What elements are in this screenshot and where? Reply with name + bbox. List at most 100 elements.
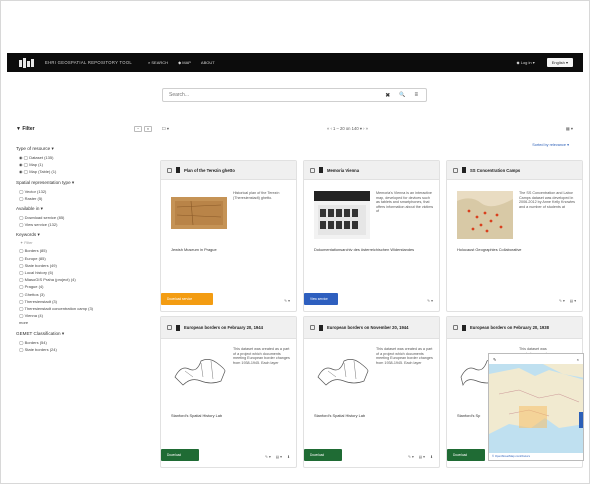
filter-title: ▼ Filter [16, 126, 35, 132]
filter-option[interactable]: ◯ Prague (4) [16, 283, 152, 290]
card-checkbox[interactable] [310, 325, 315, 330]
filter-option[interactable]: ◯ Theresienstadt concentration camp (3) [16, 305, 152, 312]
collapse-icon[interactable]: − [134, 126, 142, 132]
download-badge[interactable]: Download [447, 449, 485, 461]
card-description: Historical plan of the Terezín (Theresie… [233, 191, 280, 200]
layers-dropdown-icon[interactable]: ▤ ▾ [419, 455, 425, 459]
result-card[interactable]: SS Concentration Camps The SS Concentrat… [446, 160, 583, 312]
filter-option[interactable]: ◉ ◯ Dataset (135) [16, 154, 152, 161]
edit-dropdown-icon[interactable]: ✎ ▾ [265, 455, 271, 459]
more-link[interactable]: more [16, 319, 152, 326]
card-checkbox[interactable] [167, 167, 172, 173]
card-title[interactable]: Plan of the Terezin ghetto [184, 168, 235, 173]
download-service-badge[interactable]: Download service [161, 293, 213, 305]
card-description: Memoria's Vienna is an interactive map, … [376, 191, 434, 214]
type-of-resource-title[interactable]: Type of resource ▾ [16, 146, 152, 152]
brand-name[interactable]: EHRI GEOSPATIAL REPOSITORY TOOL [45, 60, 132, 65]
edit-dropdown-icon[interactable]: ✎ ▾ [284, 299, 290, 303]
layers-dropdown-icon[interactable]: ▤ ▾ [276, 455, 282, 459]
result-card[interactable]: European borders on November 20, 1944 Th… [303, 316, 440, 468]
map-preview-popup[interactable]: ✎ × © OpenStreetMap contributors [488, 353, 584, 461]
filter-option[interactable]: ◯ Theresienstadt (3) [16, 298, 152, 305]
filter-option[interactable]: ◯ Raster (5) [16, 195, 152, 202]
filter-sidebar: ▼ Filter − × Type of resource ▾ ◉ ◯ Data… [16, 126, 152, 353]
card-thumbnail[interactable] [171, 347, 227, 393]
edit-dropdown-icon[interactable]: ✎ ▾ [408, 455, 414, 459]
filter-option[interactable]: ◯ Vector (132) [16, 188, 152, 195]
download-badge[interactable]: Download [304, 449, 342, 461]
card-thumbnail[interactable] [171, 197, 227, 229]
card-title[interactable]: SS Concentration Camps [470, 168, 520, 173]
filter-option[interactable]: ◯ View service (132) [16, 221, 152, 228]
map-attribution[interactable]: © OpenStreetMap contributors [489, 453, 583, 460]
clear-icon[interactable]: ✖ [385, 92, 390, 99]
search-icon[interactable]: 🔍 [399, 92, 405, 99]
download-icon[interactable]: ⬇ [287, 455, 290, 459]
grid-view-icon[interactable]: ▦ ▾ [566, 126, 573, 131]
map-canvas[interactable] [489, 354, 584, 461]
layers-dropdown-icon[interactable]: ▤ ▾ [570, 299, 576, 303]
card-thumbnail[interactable] [457, 191, 513, 239]
select-all-checkbox[interactable]: ☐ ▾ [162, 126, 169, 131]
filter-option[interactable]: ◯ Borders (85) [16, 247, 152, 254]
card-owner[interactable]: Stanford's Spatial History Lab [171, 413, 291, 418]
card-owner[interactable]: Stanford's Spatial History Lab [314, 413, 434, 418]
filter-option[interactable]: ◉ ◯ Map (Table) (1) [16, 168, 152, 175]
card-checkbox[interactable] [453, 325, 458, 330]
filter-option[interactable]: ◯ Vienna (4) [16, 312, 152, 319]
card-title[interactable]: Memoria Vienna [327, 168, 359, 173]
card-owner[interactable]: Dokumentationsarchiv des österreichische… [314, 247, 434, 252]
card-actions: ✎ ▾ [284, 299, 290, 303]
download-icon[interactable]: ⬇ [430, 455, 433, 459]
card-checkbox[interactable] [453, 167, 458, 173]
card-checkbox[interactable] [167, 325, 172, 330]
card-title[interactable]: European borders on February 20, 1944 [184, 325, 263, 330]
close-icon[interactable]: × [577, 357, 579, 362]
nav-about-link[interactable]: ABOUT [201, 60, 215, 65]
filter-option[interactable]: ◉ ◯ Map (1) [16, 161, 152, 168]
card-actions: ✎ ▾ [427, 299, 433, 303]
nav-map-link[interactable]: ◆ MAP [178, 60, 191, 65]
language-dropdown[interactable]: English ▾ [546, 58, 573, 67]
filter-option[interactable]: ◯ Download service (85) [16, 214, 152, 221]
card-actions: ✎ ▾ ▤ ▾ ⬇ [265, 455, 290, 459]
card-owner[interactable]: Jewish Museum in Prague [171, 247, 291, 252]
keywords-title[interactable]: Keywords ▾ [16, 232, 152, 238]
available-in-title[interactable]: Available in ▾ [16, 206, 152, 212]
card-title[interactable]: European borders on February 20, 1938 [470, 325, 549, 330]
gemet-classification-title[interactable]: GEMET Classification ▾ [16, 331, 152, 337]
logo-icon[interactable] [19, 57, 39, 68]
view-service-badge[interactable]: View service [304, 293, 338, 305]
card-thumbnail[interactable] [314, 191, 370, 239]
sort-dropdown[interactable]: Sorted by relevance ▾ [532, 142, 569, 147]
pagination[interactable]: « ‹ 1 – 20 on 140 ▾ › » [327, 126, 368, 131]
result-card[interactable]: Plan of the Terezin ghetto Historical pl… [160, 160, 297, 312]
download-badge[interactable]: Download [161, 449, 199, 461]
document-icon [319, 324, 323, 331]
search-input[interactable] [163, 89, 386, 101]
edit-icon[interactable]: ✎ [493, 357, 496, 362]
card-title[interactable]: European borders on November 20, 1944 [327, 325, 408, 330]
keywords-filter-input[interactable]: ✦ Filter [16, 240, 152, 247]
nav-search-link[interactable]: ⌕ SEARCH [148, 60, 168, 65]
filter-option[interactable]: ◯ MiasoGIS Praha (project) (4) [16, 276, 152, 283]
search-actions: ✖ 🔍 ≡ [385, 92, 426, 99]
filter-option[interactable]: ◯ Borders (54) [16, 339, 152, 346]
result-card[interactable]: European borders on February 20, 1944 Th… [160, 316, 297, 468]
options-icon[interactable]: ≡ [414, 92, 418, 99]
filter-option[interactable]: ◯ Local history (6) [16, 269, 152, 276]
card-owner[interactable]: Holocaust Geographies Collaborative [457, 247, 577, 252]
filter-option[interactable]: ◯ Europe (85) [16, 255, 152, 262]
card-checkbox[interactable] [310, 167, 315, 173]
close-icon[interactable]: × [144, 126, 152, 132]
filter-option[interactable]: ◯ State borders (24) [16, 346, 152, 353]
edit-dropdown-icon[interactable]: ✎ ▾ [559, 299, 565, 303]
login-link[interactable]: ◆ Log in ▾ [517, 60, 535, 65]
result-card[interactable]: Memoria Vienna Memoria's Vienna is an in… [303, 160, 440, 312]
edit-dropdown-icon[interactable]: ✎ ▾ [427, 299, 433, 303]
filter-option[interactable]: ◯ State borders (49) [16, 262, 152, 269]
card-header: Plan of the Terezin ghetto [161, 161, 296, 180]
filter-option[interactable]: ◯ Ghettos (3) [16, 291, 152, 298]
spatial-representation-title[interactable]: Spatial representation type ▾ [16, 180, 152, 186]
card-thumbnail[interactable] [314, 347, 370, 393]
